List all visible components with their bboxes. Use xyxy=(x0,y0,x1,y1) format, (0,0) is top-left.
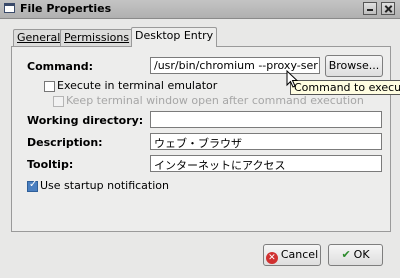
working-directory-label: Working directory: xyxy=(27,114,144,127)
startup-notification-label: Use startup notification xyxy=(40,179,169,192)
keep-window-label: Keep terminal window open after command … xyxy=(66,94,364,107)
window-icon xyxy=(4,3,15,13)
command-tooltip-popup: Command to execu xyxy=(290,80,400,95)
ok-icon: ✔ xyxy=(341,248,351,261)
cancel-icon: ✕ xyxy=(265,252,278,264)
command-label: Command: xyxy=(27,60,94,73)
description-field[interactable]: ウェブ・ブラウザ xyxy=(150,133,382,150)
execute-terminal-label: Execute in terminal emulator xyxy=(57,79,218,92)
pointer-cursor-icon xyxy=(286,70,299,88)
description-label: Description: xyxy=(27,136,103,149)
ok-button[interactable]: ✔ OK xyxy=(328,244,383,266)
cancel-button[interactable]: ✕ Cancel xyxy=(263,244,321,266)
tooltip-field[interactable]: インターネットにアクセス xyxy=(150,155,382,172)
tab-general[interactable]: General xyxy=(13,29,65,46)
close-button[interactable] xyxy=(381,2,395,15)
keep-window-checkbox[interactable] xyxy=(53,96,64,107)
minimize-button[interactable] xyxy=(363,2,377,15)
window-title: File Properties xyxy=(20,2,112,15)
working-directory-field[interactable] xyxy=(150,111,382,128)
startup-notification-checkbox[interactable] xyxy=(27,179,38,192)
window-titlebar[interactable]: File Properties xyxy=(0,0,400,19)
tab-permissions[interactable]: Permissions xyxy=(60,29,134,46)
tooltip-label: Tooltip: xyxy=(27,158,74,171)
execute-terminal-checkbox[interactable] xyxy=(44,81,55,92)
browse-button[interactable]: Browse... xyxy=(325,55,383,77)
tab-desktop-entry[interactable]: Desktop Entry xyxy=(131,27,218,47)
